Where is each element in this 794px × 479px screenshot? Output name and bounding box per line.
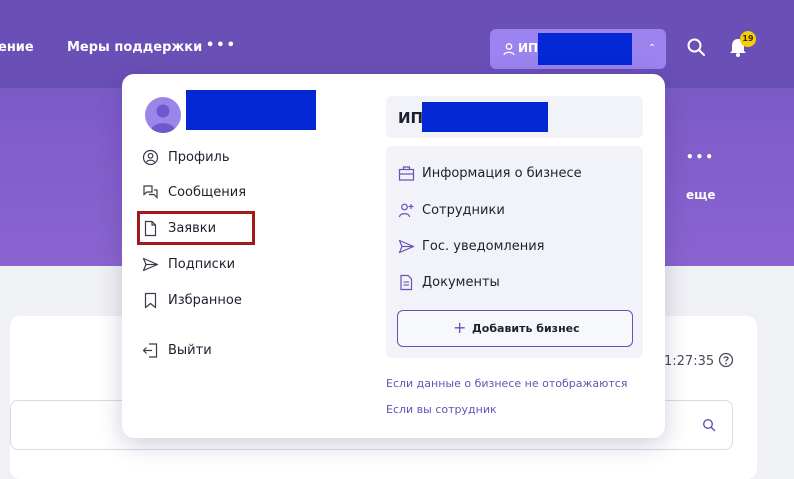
business-item-info[interactable]: Информация о бизнесе xyxy=(398,163,638,185)
menu-item-label: Профиль xyxy=(168,150,230,165)
business-item-notifications[interactable]: Гос. уведомления xyxy=(398,236,638,258)
band-more-label[interactable]: еще xyxy=(686,188,716,202)
business-not-shown-link[interactable]: Если данные о бизнесе не отображаются xyxy=(386,377,627,390)
bookmark-icon xyxy=(144,292,157,309)
file-icon xyxy=(400,274,413,291)
add-user-icon xyxy=(398,203,414,218)
page-background-strip xyxy=(757,316,794,479)
send-icon xyxy=(142,257,159,272)
search-icon[interactable] xyxy=(686,37,706,57)
avatar-person-icon xyxy=(150,104,176,133)
business-item-employees[interactable]: Сотрудники xyxy=(398,200,638,222)
menu-item-label: Избранное xyxy=(168,293,242,308)
business-prefix: ИП xyxy=(398,109,424,127)
business-name-box[interactable]: ИП xyxy=(386,96,643,138)
logout-label: Выйти xyxy=(168,343,212,358)
user-icon xyxy=(503,43,515,56)
messages-icon xyxy=(143,185,158,199)
business-item-label: Информация о бизнесе xyxy=(422,166,582,181)
chevron-up-icon: ⌃ xyxy=(648,43,657,54)
nav-item-partial[interactable]: ение xyxy=(0,40,34,55)
profile-icon xyxy=(142,149,159,166)
plus-icon: + xyxy=(453,318,467,337)
user-menu-button[interactable]: ИП ⌃ xyxy=(490,29,666,69)
add-business-button[interactable]: + Добавить бизнес xyxy=(397,310,633,347)
redacted-business-name xyxy=(422,102,548,132)
highlight-annotation-box xyxy=(137,211,255,245)
employee-link[interactable]: Если вы сотрудник xyxy=(386,403,497,416)
redacted-user-name xyxy=(538,33,632,65)
briefcase-icon xyxy=(398,166,415,181)
business-item-label: Гос. уведомления xyxy=(422,239,545,254)
nav-more-button[interactable]: ••• xyxy=(206,38,237,53)
menu-item-label: Сообщения xyxy=(168,185,247,200)
help-icon[interactable] xyxy=(718,352,734,368)
user-label: ИП xyxy=(518,41,539,55)
add-business-label: Добавить бизнес xyxy=(472,322,580,335)
search-icon xyxy=(702,418,716,432)
logout-button[interactable]: Выйти xyxy=(142,339,342,363)
menu-item-profile[interactable]: Профиль xyxy=(142,146,342,170)
logout-icon xyxy=(142,343,158,358)
redacted-user-full-name xyxy=(186,90,316,130)
menu-item-label: Подписки xyxy=(168,257,236,272)
user-dropdown-menu: Профиль Сообщения Заявки Подписки Избран… xyxy=(122,74,665,438)
business-item-label: Сотрудники xyxy=(422,203,505,218)
session-timer: 1:27:35 xyxy=(664,354,715,369)
band-more-dots[interactable]: ••• xyxy=(686,150,715,164)
business-panel: Информация о бизнесе Сотрудники Гос. уве… xyxy=(386,146,643,358)
send-icon xyxy=(398,239,415,254)
menu-item-favorites[interactable]: Избранное xyxy=(142,289,342,313)
business-item-documents[interactable]: Документы xyxy=(398,272,638,294)
menu-item-messages[interactable]: Сообщения xyxy=(142,181,342,205)
nav-item-support[interactable]: Меры поддержки xyxy=(67,40,202,55)
notification-badge: 19 xyxy=(740,31,756,47)
business-item-label: Документы xyxy=(422,275,500,290)
menu-item-subscriptions[interactable]: Подписки xyxy=(142,253,342,277)
avatar[interactable] xyxy=(145,97,181,133)
